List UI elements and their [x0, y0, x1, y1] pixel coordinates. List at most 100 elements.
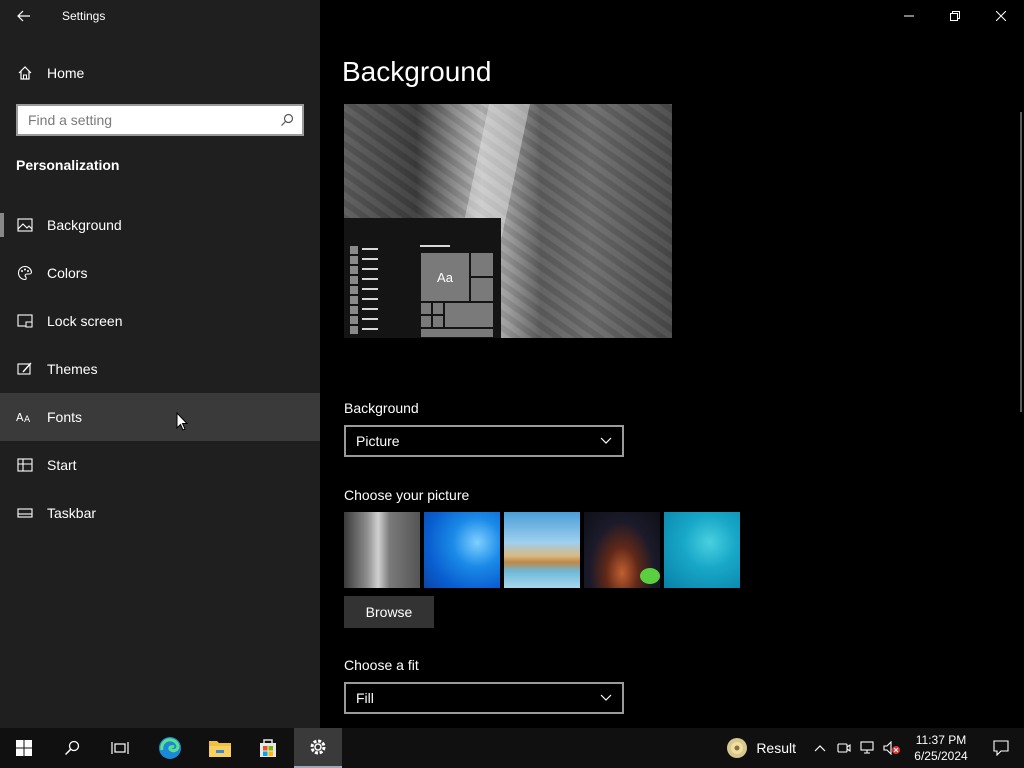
file-explorer-button[interactable]: [196, 728, 244, 768]
sidebar-item-label: Start: [47, 457, 77, 473]
sidebar-item-background[interactable]: Background: [0, 201, 320, 249]
sidebar: Settings Home Personalization Background…: [0, 0, 320, 728]
taskbar: Result 11:37 PM 6/25/2024: [0, 728, 1024, 768]
preview-tile: [470, 277, 494, 302]
sidebar-item-label: Colors: [47, 265, 88, 281]
background-preview: Aa: [344, 104, 672, 338]
themes-icon: [16, 361, 34, 377]
fonts-icon: AA: [16, 409, 34, 425]
picture-thumbnail-waterfall[interactable]: [344, 512, 420, 588]
sidebar-item-start[interactable]: Start: [0, 441, 320, 489]
thumbnail-tent-glow: [640, 568, 660, 584]
browse-button[interactable]: Browse: [344, 596, 434, 628]
picture-thumbnail-underwater[interactable]: [664, 512, 740, 588]
windows-logo-icon: [16, 740, 32, 756]
sidebar-item-label: Fonts: [47, 409, 83, 425]
volume-button[interactable]: [880, 741, 904, 755]
system-tray: Result 11:37 PM 6/25/2024: [726, 728, 1024, 768]
minimize-button[interactable]: [886, 0, 932, 32]
clock-time: 11:37 PM: [915, 733, 967, 747]
mouse-cursor-icon: [176, 412, 188, 431]
preview-tile: [420, 302, 432, 315]
home-button[interactable]: Home: [0, 57, 320, 89]
edge-button[interactable]: [146, 728, 194, 768]
chevron-up-icon: [814, 745, 826, 752]
close-button[interactable]: [978, 0, 1024, 32]
background-type-label: Background: [344, 400, 419, 416]
start-button[interactable]: [0, 728, 48, 768]
home-icon: [17, 65, 33, 81]
preview-tile: [432, 315, 444, 328]
preview-start-icons: [350, 246, 358, 336]
restore-icon: [950, 11, 960, 21]
app-title: Settings: [62, 9, 106, 23]
lock-screen-icon: [16, 313, 34, 329]
window-controls: [886, 0, 1024, 32]
search-icon[interactable]: [272, 113, 302, 127]
preview-start-menu: Aa: [344, 218, 501, 338]
store-icon: [260, 739, 276, 757]
home-label: Home: [47, 65, 85, 81]
sidebar-item-label: Background: [47, 217, 122, 233]
section-title: Personalization: [16, 157, 120, 173]
scrollbar[interactable]: [1020, 112, 1022, 412]
settings-taskbar-button[interactable]: [294, 728, 342, 768]
clock[interactable]: 11:37 PM 6/25/2024: [904, 732, 978, 764]
close-icon: [996, 11, 1006, 21]
preview-tile: [432, 302, 444, 315]
palette-icon: [16, 265, 34, 281]
sidebar-item-label: Taskbar: [47, 505, 97, 521]
sidebar-item-lock-screen[interactable]: Lock screen: [0, 297, 320, 345]
sidebar-item-fonts[interactable]: AA Fonts: [0, 393, 320, 441]
preview-tile: [470, 252, 494, 277]
main-content: Background Aa Background Picture Choose …: [320, 0, 1024, 728]
title-bar-left: Settings: [0, 0, 320, 32]
choose-fit-label: Choose a fit: [344, 657, 419, 673]
sidebar-item-label: Lock screen: [47, 313, 123, 329]
search-box[interactable]: [16, 104, 304, 136]
camera-icon: [837, 743, 851, 753]
preview-tiles-header: [420, 245, 450, 247]
search-icon: [64, 740, 80, 756]
taskbar-icon: [16, 505, 34, 521]
store-button[interactable]: [244, 728, 292, 768]
network-button[interactable]: [856, 741, 880, 755]
picture-thumbnail-night-sky[interactable]: [584, 512, 660, 588]
volume-muted-icon: [883, 741, 900, 755]
chevron-down-icon: [600, 694, 612, 701]
back-arrow-icon: [17, 10, 30, 22]
sidebar-item-themes[interactable]: Themes: [0, 345, 320, 393]
fit-dropdown[interactable]: Fill: [344, 682, 624, 714]
show-hidden-icons-button[interactable]: [808, 744, 832, 752]
restore-button[interactable]: [932, 0, 978, 32]
sidebar-item-label: Themes: [47, 361, 98, 377]
weather-widget[interactable]: Result: [726, 737, 796, 759]
preview-tile: [444, 302, 494, 328]
svg-text:A: A: [16, 411, 24, 424]
meet-now-button[interactable]: [832, 742, 856, 754]
weather-icon: [727, 738, 748, 758]
fit-value: Fill: [356, 690, 374, 706]
choose-picture-label: Choose your picture: [344, 487, 470, 503]
search-input[interactable]: [18, 106, 272, 134]
nav-list: Background Colors Lock screen Themes AA …: [0, 201, 320, 537]
notification-icon: [993, 740, 1009, 756]
chevron-down-icon: [600, 437, 612, 444]
picture-thumbnail-beach[interactable]: [504, 512, 580, 588]
network-icon: [860, 741, 874, 754]
picture-thumbnails: [344, 512, 740, 588]
svg-text:A: A: [24, 415, 31, 424]
sidebar-item-colors[interactable]: Colors: [0, 249, 320, 297]
page-title: Background: [342, 56, 492, 87]
sidebar-item-taskbar[interactable]: Taskbar: [0, 489, 320, 537]
picture-thumbnail-windows[interactable]: [424, 512, 500, 588]
gear-icon: [310, 739, 326, 755]
background-type-dropdown[interactable]: Picture: [344, 425, 624, 457]
back-button[interactable]: [8, 4, 40, 28]
edge-icon: [159, 737, 181, 759]
preview-tile: [420, 328, 494, 338]
task-view-button[interactable]: [96, 728, 144, 768]
search-button[interactable]: [48, 728, 96, 768]
action-center-button[interactable]: [978, 728, 1024, 768]
picture-icon: [16, 217, 34, 233]
